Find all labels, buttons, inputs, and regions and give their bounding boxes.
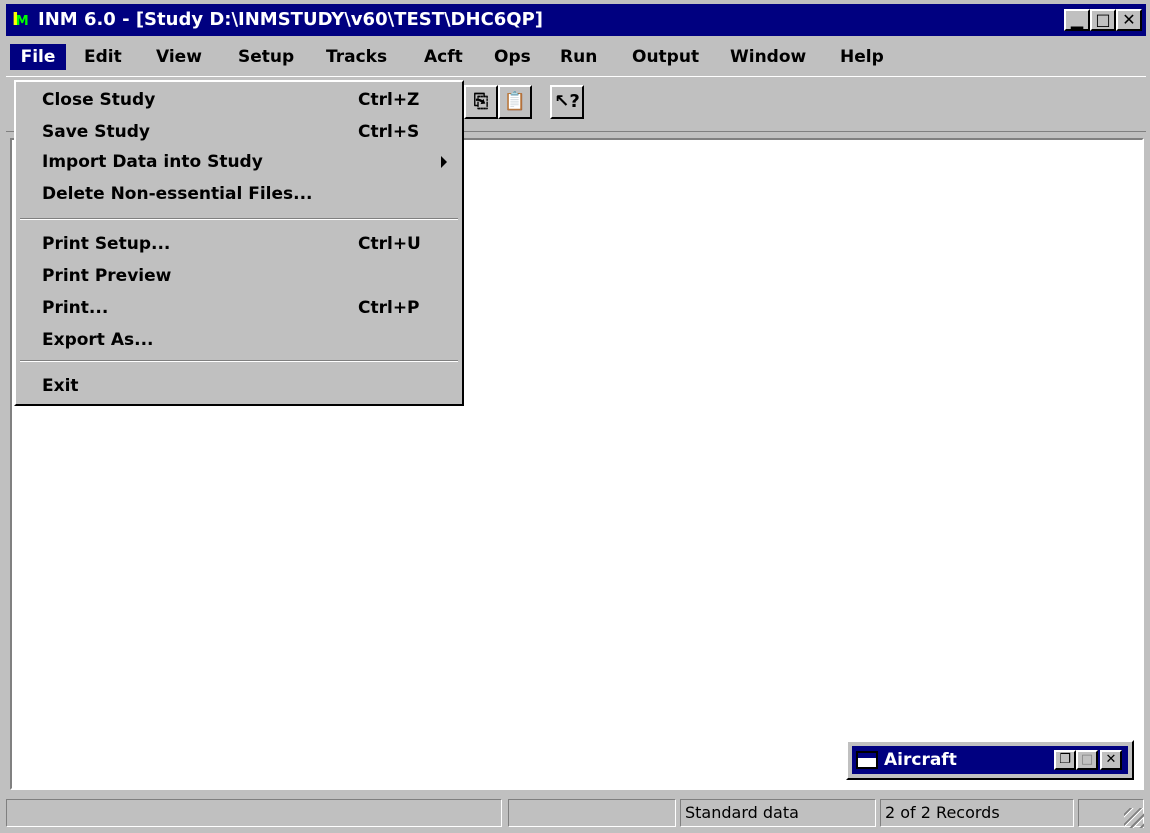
menu-bar: File Edit View Setup Tracks Acft Ops Run… xyxy=(6,38,1146,74)
close-icon: ✕ xyxy=(1122,10,1136,29)
close-icon: ✕ xyxy=(1105,752,1117,767)
menu-print-preview[interactable]: Print Preview xyxy=(42,264,171,288)
menu-view[interactable]: View xyxy=(156,46,202,68)
context-help-button[interactable]: ↖? xyxy=(550,85,584,119)
window-title: INM 6.0 - [Study D:\INMSTUDY\v60\TEST\DH… xyxy=(38,9,544,30)
paste-button[interactable]: 📋 xyxy=(498,85,532,119)
menu-delete-files[interactable]: Delete Non-essential Files... xyxy=(42,182,313,206)
maximize-icon: □ xyxy=(1095,10,1111,29)
menu-exit[interactable]: Exit xyxy=(42,374,79,398)
minimize-button[interactable]: ▁ xyxy=(1064,9,1090,31)
menu-import-data[interactable]: Import Data into Study xyxy=(42,150,263,174)
window-icon xyxy=(856,751,878,769)
menu-print[interactable]: Print... xyxy=(42,296,108,320)
menu-close-study[interactable]: Close Study xyxy=(42,88,155,112)
aircraft-window-caption[interactable]: Aircraft ❐ □ ✕ xyxy=(852,746,1128,774)
aircraft-minimized-window[interactable]: Aircraft ❐ □ ✕ xyxy=(846,740,1134,780)
menu-output[interactable]: Output xyxy=(632,46,699,68)
menu-tracks[interactable]: Tracks xyxy=(326,46,387,68)
shortcut-print: Ctrl+P xyxy=(358,298,420,318)
menu-window[interactable]: Window xyxy=(730,46,806,68)
paste-icon: 📋 xyxy=(503,91,527,112)
menu-export-as[interactable]: Export As... xyxy=(42,328,154,352)
maximize-button[interactable]: □ xyxy=(1090,9,1116,31)
maximize-icon: □ xyxy=(1080,752,1094,767)
menu-save-study[interactable]: Save Study xyxy=(42,120,150,144)
menu-file[interactable]: File xyxy=(10,44,66,70)
close-button[interactable]: ✕ xyxy=(1116,9,1142,31)
menu-separator xyxy=(20,218,458,220)
menu-acft[interactable]: Acft xyxy=(424,46,463,68)
menu-print-setup[interactable]: Print Setup... xyxy=(42,232,170,256)
menu-separator xyxy=(20,360,458,362)
copy-icon: ⎘ xyxy=(473,91,489,112)
restore-icon: ❐ xyxy=(1059,752,1071,767)
resize-grip-icon[interactable] xyxy=(1124,808,1144,828)
aircraft-restore-button[interactable]: ❐ xyxy=(1054,750,1076,770)
menu-help[interactable]: Help xyxy=(840,46,884,68)
menu-setup[interactable]: Setup xyxy=(238,46,294,68)
file-menu-dropdown: Close Study Ctrl+Z Save Study Ctrl+S Imp… xyxy=(14,80,464,406)
menu-edit[interactable]: Edit xyxy=(84,46,122,68)
status-data-source: Standard data xyxy=(680,799,876,827)
shortcut-close-study: Ctrl+Z xyxy=(358,90,420,110)
status-bar: Standard data 2 of 2 Records xyxy=(6,796,1146,830)
submenu-arrow-icon xyxy=(441,156,447,168)
minimize-icon: ▁ xyxy=(1070,10,1084,29)
menu-ops[interactable]: Ops xyxy=(494,46,531,68)
menu-run[interactable]: Run xyxy=(560,46,597,68)
copy-button[interactable]: ⎘ xyxy=(464,85,498,119)
aircraft-close-button[interactable]: ✕ xyxy=(1100,750,1122,770)
aircraft-window-title: Aircraft xyxy=(884,750,957,770)
aircraft-maximize-button[interactable]: □ xyxy=(1076,750,1098,770)
status-records: 2 of 2 Records xyxy=(880,799,1074,827)
status-panel-empty xyxy=(508,799,676,827)
app-logo-icon[interactable]: IM xyxy=(12,8,36,32)
status-message-panel xyxy=(6,799,502,827)
shortcut-print-setup: Ctrl+U xyxy=(358,234,421,254)
shortcut-save-study: Ctrl+S xyxy=(358,122,420,142)
title-bar[interactable]: IM INM 6.0 - [Study D:\INMSTUDY\v60\TEST… xyxy=(6,4,1146,36)
context-help-icon: ↖? xyxy=(554,91,580,112)
